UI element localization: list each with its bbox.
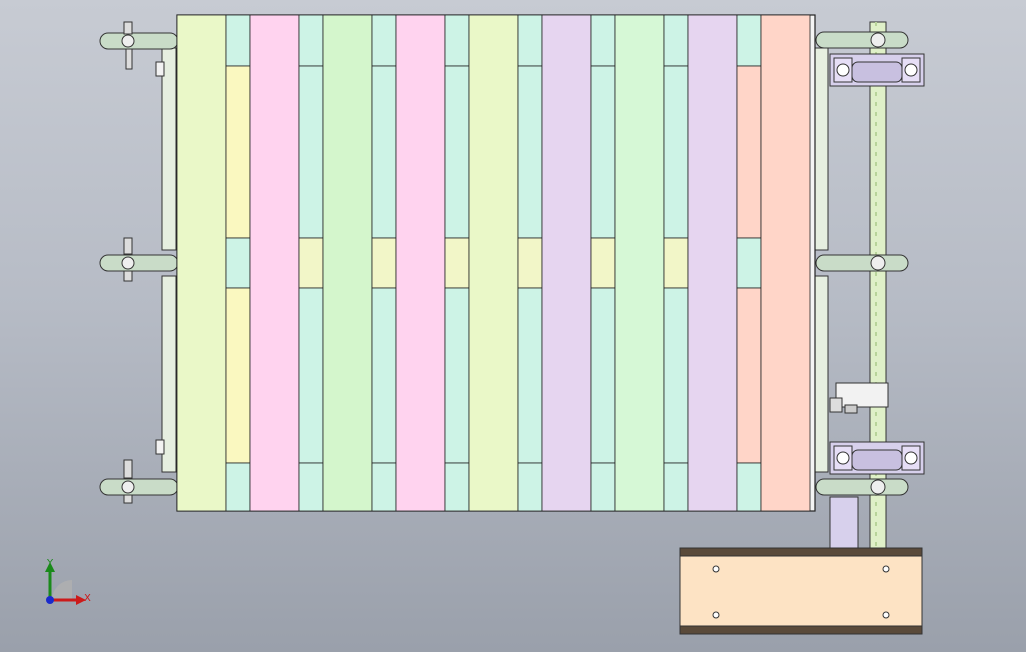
slat-gap-segment [663,14,689,67]
slat-gap-segment [444,14,470,67]
slat-gap-segment [298,237,324,289]
slat-gap-segment [225,65,251,239]
slat-gap-segment [663,287,689,464]
slat-gap-segment [298,14,324,67]
right-chain-assemblies[interactable] [815,31,909,496]
conveyor-slat[interactable] [614,14,665,512]
bearing-bottom[interactable] [829,441,925,475]
slat-gap-segment [663,462,689,512]
slat-gap-segment [590,237,616,289]
right-chain-top [815,31,909,49]
slat-gap-segment [371,14,397,67]
slat-gap-segment [298,462,324,512]
slat-gap-segment [298,287,324,464]
slat-gap-segment [517,65,543,239]
slat-gap-segment [517,462,543,512]
slat-gap-segment [225,14,251,67]
slat-gap-segment [736,287,762,464]
slat-gap-segment [444,65,470,239]
slat-gap-segment [590,65,616,239]
slat-gap-segment [371,462,397,512]
slat-gap-segment [225,287,251,464]
right-chain-middle [815,254,909,272]
motor-gearbox[interactable] [679,547,923,635]
slat-gap-segment [736,237,762,289]
slat-gap-segment [298,65,324,239]
slat-gap-segment [517,287,543,464]
slat-gap-segment [590,462,616,512]
conveyor-slat[interactable] [687,14,738,512]
slat-gap-segment [736,462,762,512]
slat-gap-segment [736,14,762,67]
conveyor-deck[interactable] [176,14,816,512]
slat-gap-segment [517,14,543,67]
slat-gap-segment [444,237,470,289]
slat-gap-segment [517,237,543,289]
conveyor-slat[interactable] [249,14,300,512]
triad-arc-icon [52,580,72,600]
slat-gap-segment [444,462,470,512]
conveyor-slat[interactable] [176,14,227,512]
motor-support-post [829,496,859,550]
slat-gap-segment [444,287,470,464]
conveyor-slat[interactable] [395,14,446,512]
slat-gap-segment [371,287,397,464]
conveyor-slat[interactable] [468,14,519,512]
conveyor-slat[interactable] [541,14,592,512]
slat-gap-segment [663,65,689,239]
right-chain-bottom [815,478,909,496]
conveyor-slat[interactable] [322,14,373,512]
axis-triad: Y X [45,558,91,605]
slat-gap-segment [225,462,251,512]
slat-gap-segment [663,237,689,289]
slat-gap-segment [371,65,397,239]
cad-viewport[interactable]: Y X [0,0,1026,652]
conveyor-slat[interactable] [760,14,811,512]
bearing-top[interactable] [829,53,925,87]
y-axis-label: Y [46,558,54,569]
slat-gap-segment [225,237,251,289]
slat-gap-segment [371,237,397,289]
x-axis-label: X [84,593,91,604]
slat-gap-segment [736,65,762,239]
slat-gap-segment [590,14,616,67]
slat-gap-segment [590,287,616,464]
z-axis-point-icon [46,596,54,604]
